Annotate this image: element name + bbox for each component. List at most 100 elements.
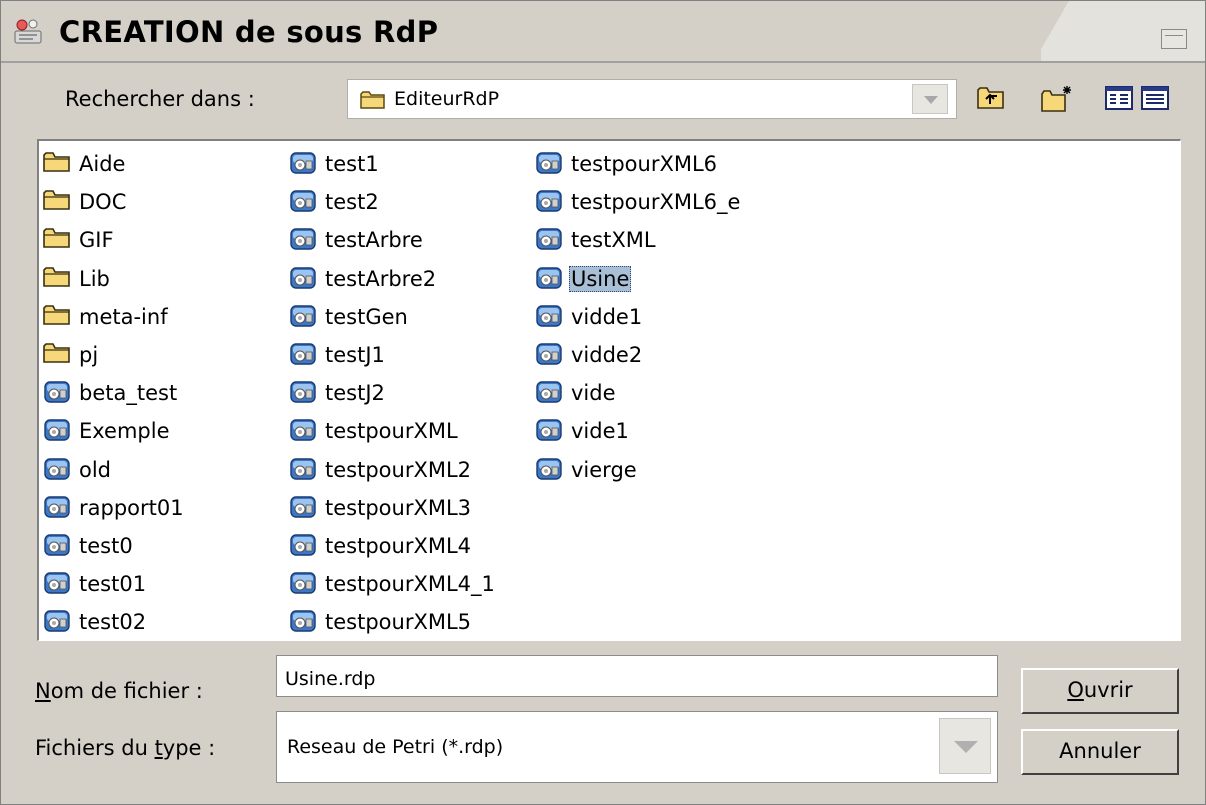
rdp-file-icon xyxy=(289,457,323,483)
file-list-item[interactable]: pj xyxy=(43,336,186,374)
rdp-file-icon xyxy=(289,609,323,635)
rdp-file-icon xyxy=(43,609,77,635)
file-list-item[interactable]: vide1 xyxy=(535,412,742,450)
file-list-item[interactable]: rapport01 xyxy=(43,489,186,527)
file-list-item[interactable]: test2 xyxy=(289,183,497,221)
rdp-file-icon xyxy=(43,380,77,406)
folder-icon xyxy=(360,90,386,114)
mnemonic: N xyxy=(35,679,51,703)
file-list-item[interactable]: vierge xyxy=(535,451,742,489)
file-name: Exemple xyxy=(79,419,170,444)
rdp-file-icon xyxy=(535,266,569,292)
rdp-file-icon xyxy=(289,227,323,253)
file-list-item[interactable]: testArbre2 xyxy=(289,260,497,298)
open-button[interactable]: Ouvrir xyxy=(1021,668,1179,714)
file-name: vidde2 xyxy=(571,343,643,368)
rdp-file-icon xyxy=(289,151,323,177)
file-list-item[interactable]: testpourXML6 xyxy=(535,145,742,183)
file-name: GIF xyxy=(79,228,114,253)
file-list-item[interactable]: testpourXML4_1 xyxy=(289,565,497,603)
file-list-item[interactable]: vidde1 xyxy=(535,298,742,336)
file-name: testpourXML3 xyxy=(325,495,472,520)
cancel-button[interactable]: Annuler xyxy=(1021,729,1179,775)
rdp-file-icon xyxy=(289,189,323,215)
file-list-item[interactable]: beta_test xyxy=(43,374,186,412)
mnemonic: t xyxy=(154,736,163,760)
file-list-item[interactable]: Exemple xyxy=(43,412,186,450)
file-name: testpourXML2 xyxy=(325,457,472,482)
file-name: testGen xyxy=(325,304,408,329)
title-bar[interactable]: CREATION de sous RdP xyxy=(1,1,1205,63)
file-list-item[interactable]: Aide xyxy=(43,145,186,183)
new-folder-button[interactable] xyxy=(1037,81,1073,115)
chevron-down-icon[interactable] xyxy=(912,84,948,114)
file-list-item[interactable]: DOC xyxy=(43,183,186,221)
file-list-item[interactable]: testJ2 xyxy=(289,374,497,412)
file-name: rapport01 xyxy=(79,495,184,520)
file-list-item[interactable]: Lib xyxy=(43,260,186,298)
folder-icon xyxy=(43,151,77,177)
file-list-item[interactable]: testpourXML6_e xyxy=(535,183,742,221)
file-list-item[interactable]: testpourXML xyxy=(289,412,497,450)
file-type-combo[interactable]: Reseau de Petri (*.rdp) xyxy=(276,711,998,783)
file-list[interactable]: Aide DOC GIF Lib meta-inf pj beta_test Exemple o… xyxy=(37,139,1181,641)
file-type-label: Fichiers du type : xyxy=(35,736,215,760)
rdp-file-icon xyxy=(43,533,77,559)
file-list-item[interactable]: testpourXML4 xyxy=(289,527,497,565)
file-list-item[interactable]: test02 xyxy=(43,603,186,641)
window-title: CREATION de sous RdP xyxy=(59,15,439,49)
file-chooser-dialog: CREATION de sous RdP Rechercher dans : E… xyxy=(0,0,1206,805)
rdp-file-icon xyxy=(289,266,323,292)
file-list-item[interactable]: testArbre xyxy=(289,221,497,259)
file-list-item[interactable]: test1 xyxy=(289,145,497,183)
details-view-button[interactable] xyxy=(1137,81,1173,115)
look-in-combo[interactable]: EditeurRdP xyxy=(347,79,957,119)
chevron-down-icon[interactable] xyxy=(939,718,991,774)
file-name: test01 xyxy=(79,572,147,597)
file-name: vide xyxy=(571,381,616,406)
restore-button[interactable] xyxy=(1161,29,1187,49)
file-name: test02 xyxy=(79,610,147,635)
file-list-item[interactable]: old xyxy=(43,451,186,489)
file-name: testXML xyxy=(571,228,656,253)
file-name-input[interactable] xyxy=(276,655,998,697)
file-list-item[interactable]: testXML xyxy=(535,221,742,259)
file-list-item[interactable]: testGen xyxy=(289,298,497,336)
file-name: vierge xyxy=(571,457,637,482)
file-list-item[interactable]: testpourXML3 xyxy=(289,489,497,527)
file-list-item[interactable]: testpourXML2 xyxy=(289,451,497,489)
file-name: test2 xyxy=(325,190,379,215)
file-list-item[interactable]: vidde2 xyxy=(535,336,742,374)
details-view-icon xyxy=(1141,86,1169,110)
file-column-2: test1 test2 testArbre testArbre2 testGen test… xyxy=(289,145,497,641)
file-type-value: Reseau de Petri (*.rdp) xyxy=(287,736,504,758)
file-name: testJ2 xyxy=(325,381,385,406)
folder-icon xyxy=(43,304,77,330)
up-folder-button[interactable] xyxy=(973,81,1009,115)
list-view-button[interactable] xyxy=(1101,81,1137,115)
rdp-file-icon xyxy=(289,533,323,559)
file-list-item[interactable]: testJ1 xyxy=(289,336,497,374)
file-name: test0 xyxy=(79,533,133,558)
rdp-file-icon xyxy=(43,495,77,521)
file-list-item[interactable]: testpourXML5 xyxy=(289,603,497,641)
file-list-item[interactable]: GIF xyxy=(43,221,186,259)
file-list-item[interactable]: meta-inf xyxy=(43,298,186,336)
new-folder-icon xyxy=(1041,86,1071,112)
label-text: Fichiers du xyxy=(35,736,155,760)
list-view-icon xyxy=(1105,86,1133,110)
rdp-file-icon xyxy=(289,380,323,406)
rdp-file-icon xyxy=(289,418,323,444)
file-list-item[interactable]: test01 xyxy=(43,565,186,603)
file-list-item[interactable]: vide xyxy=(535,374,742,412)
file-list-item[interactable]: Usine xyxy=(535,260,742,298)
look-in-value: EditeurRdP xyxy=(394,88,500,110)
title-underline xyxy=(1,61,1205,63)
up-folder-icon xyxy=(977,87,1004,109)
file-name: testJ1 xyxy=(325,343,385,368)
folder-icon xyxy=(43,189,77,215)
file-name: testpourXML5 xyxy=(325,610,472,635)
file-name: testpourXML xyxy=(325,419,458,444)
file-list-item[interactable]: test0 xyxy=(43,527,186,565)
file-name: old xyxy=(79,457,112,482)
